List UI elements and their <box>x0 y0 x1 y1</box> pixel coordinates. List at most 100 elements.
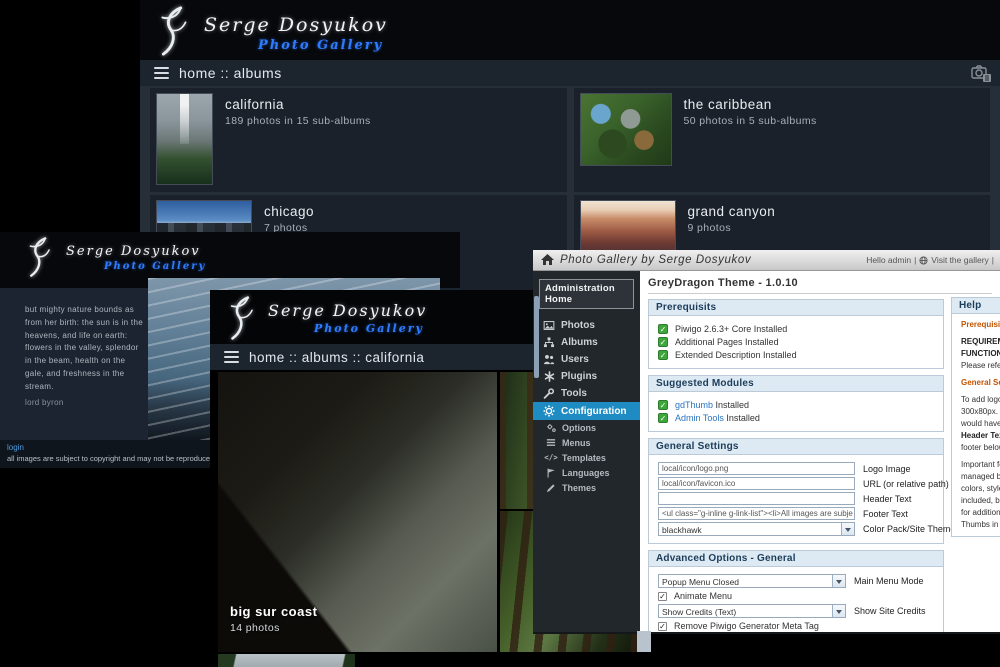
globe-icon <box>919 256 928 265</box>
sidebar-item-languages[interactable]: Languages <box>533 465 640 480</box>
album-title[interactable]: california <box>225 97 371 112</box>
languages-flag-icon <box>545 468 557 478</box>
section-general-settings: General Settings local/icon/logo.png Log… <box>648 438 944 544</box>
menu-icon[interactable] <box>224 348 239 366</box>
scrollbar-thumb[interactable] <box>534 296 539 378</box>
checkbox-checked-icon[interactable]: ✓ <box>658 592 667 601</box>
sidebar-item-label: Templates <box>562 453 606 463</box>
album-count: 189 photos in 15 sub-albums <box>225 115 371 127</box>
album-title[interactable]: the caribbean <box>684 97 817 112</box>
visit-gallery-link[interactable]: Visit the gallery <box>931 255 988 265</box>
photo-yosemite-thumb[interactable] <box>218 654 355 667</box>
module-status: Installed <box>713 400 749 410</box>
photo-count: 14 photos <box>230 622 280 634</box>
checkbox-row[interactable]: ✓ Remove Piwigo Generator Meta Tag <box>658 621 934 631</box>
field-label: Show Site Credits <box>854 606 926 616</box>
field-label: Logo Image <box>863 464 911 474</box>
tools-icon <box>543 388 555 399</box>
calendar-camera-icon[interactable] <box>970 63 992 83</box>
field-label: Color Pack/Site Theme <box>863 524 955 534</box>
breadcrumb[interactable]: home :: albums :: california <box>249 350 424 365</box>
menu-icon[interactable] <box>154 64 169 82</box>
sidebar-item-label: Options <box>562 423 596 433</box>
dancer-logo-icon <box>152 5 194 57</box>
color-pack-select[interactable]: blackhawk <box>658 522 855 536</box>
green-check-icon: ✓ <box>658 350 668 360</box>
album-thumb-caribbean[interactable] <box>580 93 672 166</box>
configuration-gear-icon <box>543 405 555 417</box>
help-line: would have to b <box>961 418 1000 430</box>
admin-main-column: Prerequisits ✓ Piwigo 2.6.3+ Core Instal… <box>648 299 944 632</box>
prereq-label: Extended Description Installed <box>675 350 797 360</box>
chevron-down-icon[interactable] <box>841 523 854 535</box>
sidebar-item-menus[interactable]: Menus <box>533 435 640 450</box>
sidebar-item-albums[interactable]: Albums <box>533 334 640 351</box>
sidebar-item-options[interactable]: Options <box>533 420 640 435</box>
album-card-caribbean[interactable]: the caribbean 50 photos in 5 sub-albums <box>574 88 991 192</box>
checkbox-row[interactable]: ✓ Animate Menu <box>658 591 934 601</box>
login-link[interactable]: login <box>7 443 24 452</box>
site-title: Serge Dosyukov <box>66 244 201 259</box>
album-thumb-california[interactable] <box>156 93 213 185</box>
options-gears-icon <box>545 423 557 433</box>
sidebar-item-label: Albums <box>561 337 598 348</box>
sidebar-item-photos[interactable]: Photos <box>533 317 640 334</box>
quote-attribution: lord byron <box>25 398 64 407</box>
site-credits-select[interactable]: Show Credits (Text) <box>658 604 846 618</box>
field-label: Header Text <box>863 494 911 504</box>
photo-big-sur[interactable]: big sur coast 14 photos <box>218 372 497 652</box>
logo-image-input[interactable]: local/icon/logo.png <box>658 462 855 475</box>
album-thumb-grand-canyon[interactable] <box>580 200 676 257</box>
breadcrumb[interactable]: home :: albums <box>179 65 282 81</box>
site-subtitle: Photo Gallery <box>314 322 424 335</box>
checkbox-checked-icon[interactable]: ✓ <box>658 622 667 631</box>
dancer-logo-icon <box>222 295 260 341</box>
prereq-label: Piwigo 2.6.3+ Core Installed <box>675 324 787 334</box>
help-line: REQUIREMEN <box>961 336 1000 348</box>
prereq-label: Additional Pages Installed <box>675 337 779 347</box>
header-text-input[interactable] <box>658 492 855 505</box>
chevron-down-icon[interactable] <box>832 575 845 587</box>
green-check-icon: ✓ <box>658 400 668 410</box>
favicon-input[interactable]: local/icon/favicon.ico <box>658 477 855 490</box>
form-row: Show Credits (Text) Show Site Credits <box>658 604 934 618</box>
admin-tools-link[interactable]: Admin Tools <box>675 413 724 423</box>
select-value: blackhawk <box>662 525 702 535</box>
footer-text-input[interactable]: <ul class="g-inline g-link-list"><li>All… <box>658 507 855 520</box>
scrollbar-corner[interactable] <box>637 631 651 652</box>
form-row: Header Text <box>658 492 934 505</box>
sidebar-item-templates[interactable]: </> Templates <box>533 450 640 465</box>
album-card-california[interactable]: california 189 photos in 15 sub-albums <box>150 88 567 192</box>
album-title[interactable]: grand canyon <box>688 204 776 219</box>
section-header: Advanced Options - General <box>649 551 943 567</box>
section-header: Suggested Modules <box>649 376 943 392</box>
sidebar-item-label: Menus <box>562 438 591 448</box>
sidebar-item-configuration[interactable]: Configuration <box>533 402 640 420</box>
home-icon[interactable] <box>541 254 554 266</box>
form-row: local/icon/favicon.ico URL (or relative … <box>658 477 934 490</box>
green-check-icon: ✓ <box>658 337 668 347</box>
templates-code-icon: </> <box>545 453 557 462</box>
prereq-row: ✓ Piwigo 2.6.3+ Core Installed <box>658 324 934 334</box>
admin-home-button[interactable]: Administration Home <box>539 279 634 309</box>
admin-body: Administration Home Photos Albums <box>533 271 1000 632</box>
chevron-down-icon[interactable] <box>832 605 845 617</box>
form-row: <ul class="g-inline g-link-list"><li>All… <box>658 507 934 520</box>
module-status: Installed <box>724 413 760 423</box>
sidebar-item-themes[interactable]: Themes <box>533 480 640 495</box>
gdthumb-link[interactable]: gdThumb <box>675 400 713 410</box>
main-menu-mode-select[interactable]: Popup Menu Closed <box>658 574 846 588</box>
sidebar-item-plugins[interactable]: Plugins <box>533 368 640 385</box>
help-line: Please refer to <box>961 360 1000 372</box>
themes-pencil-icon <box>545 483 557 493</box>
separator: | <box>914 255 916 265</box>
help-line: managed by Ac <box>961 471 1000 483</box>
help-line: Thumbs in albu <box>961 519 1000 531</box>
sidebar-item-label: Languages <box>562 468 610 478</box>
site-title: Serge Dosyukov <box>204 14 388 36</box>
admin-titlebar: Photo Gallery by Serge Dosyukov Hello ad… <box>533 250 1000 271</box>
sidebar-item-tools[interactable]: Tools <box>533 385 640 402</box>
album-title[interactable]: chicago <box>264 204 314 219</box>
sidebar-item-users[interactable]: Users <box>533 351 640 368</box>
admin-greeting: Hello admin <box>866 255 911 265</box>
